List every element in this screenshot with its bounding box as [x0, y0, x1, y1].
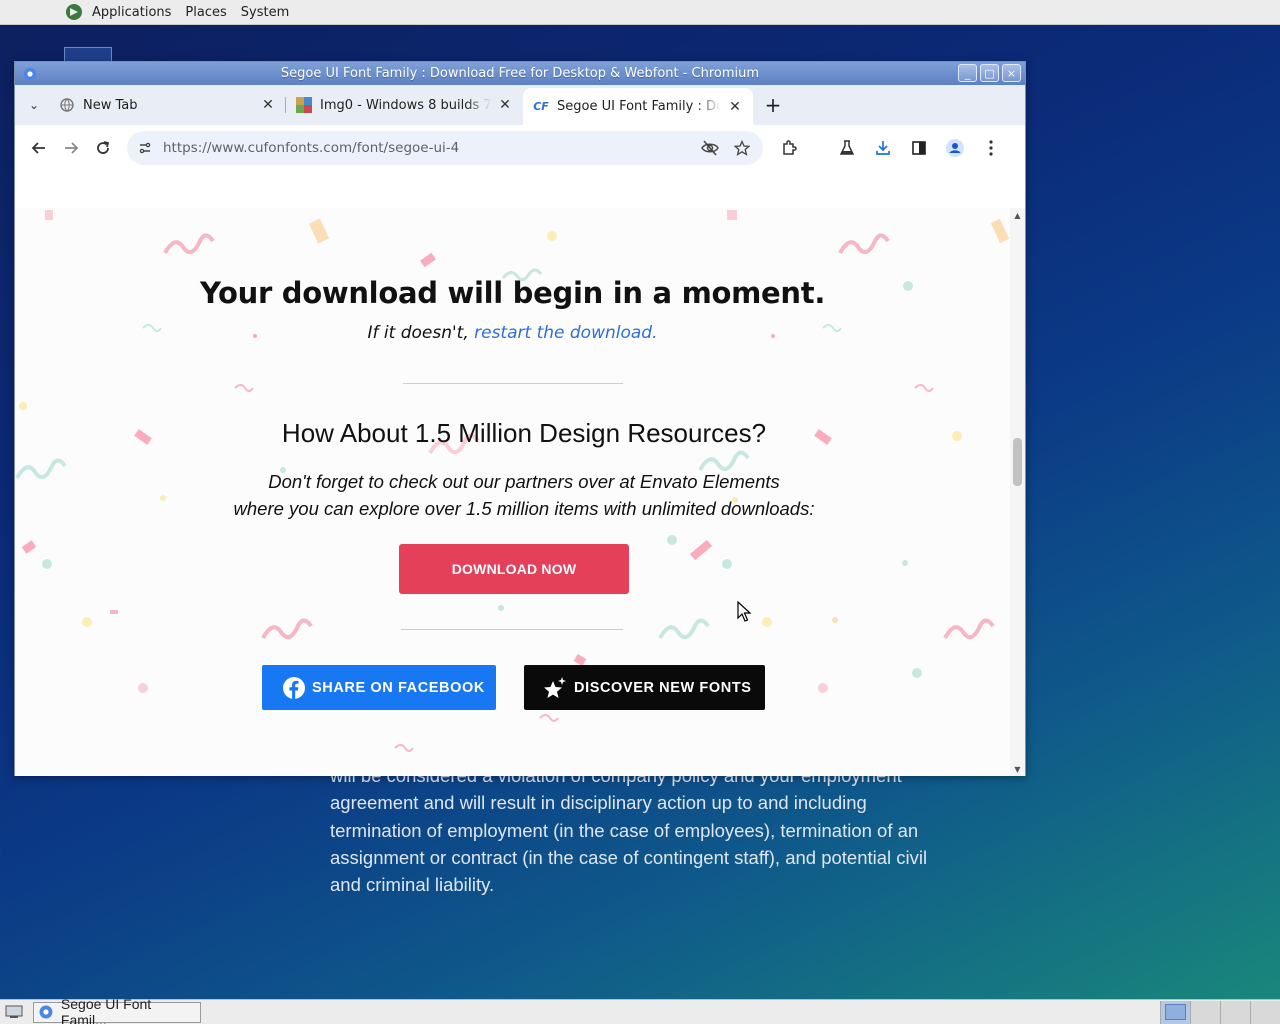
flask-icon — [839, 140, 855, 155]
image-favicon-icon — [296, 97, 312, 113]
download-page: Your download will begin in a moment. If… — [15, 208, 1010, 776]
tab-close-icon[interactable]: ✕ — [497, 97, 513, 113]
page-subline: If it doesn't, restart the download. — [15, 323, 1010, 343]
menu-places[interactable]: Places — [183, 5, 228, 20]
labs-button[interactable] — [831, 132, 863, 164]
facebook-icon — [283, 676, 305, 699]
scrollbar-thumb[interactable] — [1013, 438, 1022, 486]
taskbar-item-label: Segoe UI Font Famil... — [60, 996, 152, 1024]
discover-fonts-button[interactable]: DISCOVER NEW FONTS — [524, 665, 765, 710]
show-desktop-icon[interactable] — [3, 1002, 25, 1022]
tab-close-icon[interactable]: ✕ — [260, 97, 276, 113]
extensions-button[interactable] — [773, 132, 805, 164]
background-document: will be considered a violation of compan… — [330, 762, 950, 898]
arrow-left-icon — [31, 142, 45, 154]
share-facebook-button[interactable]: SHARE ON FACEBOOK — [262, 665, 496, 710]
kebab-menu-icon — [989, 140, 993, 156]
tab-strip: ⌄ New Tab ✕ Img0 - Windows 8 builds 7777… — [15, 85, 1025, 125]
address-bar[interactable]: https://www.cufonfonts.com/font/segoe-ui… — [127, 131, 763, 165]
scroll-down-arrow-icon[interactable]: ▼ — [1010, 762, 1025, 776]
window-title: Segoe UI Font Family : Download Free for… — [280, 66, 760, 81]
resources-line: Don't forget to check out our partners o… — [268, 471, 780, 492]
tab-title: Segoe UI Font Family : Download — [557, 99, 721, 114]
minimize-button[interactable]: _ — [958, 64, 977, 82]
profile-button[interactable] — [939, 132, 971, 164]
fonts-button-label: DISCOVER NEW FONTS — [574, 679, 752, 696]
eye-off-icon[interactable] — [697, 135, 723, 161]
workspace-2[interactable] — [1190, 1001, 1220, 1024]
browser-toolbar: https://www.cufonfonts.com/font/segoe-ui… — [15, 125, 1025, 171]
resources-description: Don't forget to check out our partners o… — [15, 468, 1025, 522]
tab-close-icon[interactable]: ✕ — [727, 99, 743, 115]
menu-applications[interactable]: Applications — [90, 5, 173, 20]
divider — [401, 629, 623, 630]
tab-search-button[interactable]: ⌄ — [19, 87, 49, 123]
chromium-icon — [23, 67, 37, 80]
url-path: /font/segoe-ui-4 — [352, 140, 460, 156]
workspace-switcher — [1160, 1001, 1280, 1024]
resources-line: where you can explore over 1.5 million i… — [233, 498, 815, 519]
browser-window: Segoe UI Font Family : Download Free for… — [14, 61, 1026, 776]
scroll-up-arrow-icon[interactable]: ▲ — [1010, 208, 1025, 222]
taskbar-item-chromium[interactable]: Segoe UI Font Famil... — [33, 996, 201, 1024]
tab-segoe-ui[interactable]: CF Segoe UI Font Family : Download ✕ — [523, 88, 753, 125]
distro-logo-icon[interactable] — [64, 2, 84, 22]
page-scrollbar[interactable]: ▲ ▼ — [1010, 208, 1025, 776]
reload-icon — [97, 141, 110, 154]
tab-new-tab[interactable]: New Tab ✕ — [49, 88, 286, 122]
back-button[interactable] — [23, 132, 55, 164]
downloads-button[interactable] — [867, 132, 899, 164]
bookmark-star-icon[interactable] — [729, 135, 755, 161]
tab-img0[interactable]: Img0 - Windows 8 builds 7777 ✕ — [286, 88, 523, 122]
download-icon — [876, 141, 890, 155]
url-text[interactable]: https://www.cufonfonts.com/font/segoe-ui… — [163, 140, 691, 156]
plus-icon: + — [764, 93, 782, 117]
arrow-right-icon — [65, 142, 79, 154]
workspace-1[interactable] — [1160, 1001, 1190, 1024]
site-info-icon[interactable] — [135, 138, 155, 158]
maximize-button[interactable]: □ — [980, 64, 999, 82]
subline-text: If it doesn't, — [367, 323, 475, 343]
reload-button[interactable] — [87, 132, 119, 164]
doc-line: and criminal liability. — [330, 874, 495, 896]
close-button[interactable]: × — [1002, 64, 1021, 82]
bottom-taskbar: Segoe UI Font Famil... — [0, 996, 1280, 1024]
cufonfonts-favicon-icon: CF — [533, 100, 549, 113]
divider — [403, 383, 623, 384]
doc-line: assignment or contract (in the case of c… — [330, 846, 928, 868]
workspace-3[interactable] — [1220, 1001, 1250, 1024]
tab-title: New Tab — [83, 97, 138, 113]
puzzle-icon — [783, 140, 797, 155]
mouse-cursor-icon — [737, 601, 751, 622]
bookmark-bar — [15, 171, 1025, 209]
page-headline: Your download will begin in a moment. — [199, 276, 826, 310]
chevron-down-icon: ⌄ — [28, 98, 40, 112]
facebook-button-label: SHARE ON FACEBOOK — [312, 679, 485, 696]
restart-download-link[interactable]: restart the download. — [474, 323, 657, 343]
top-panel: Applications Places System — [0, 0, 1280, 25]
doc-line: agreement and will result in disciplinar… — [330, 792, 867, 814]
workspace-4[interactable] — [1250, 1001, 1280, 1024]
menu-button[interactable] — [975, 132, 1007, 164]
side-panel-button[interactable] — [903, 132, 935, 164]
side-panel-icon — [912, 141, 926, 155]
sparkle-star-icon — [544, 676, 566, 698]
chromium-icon — [39, 1005, 53, 1019]
download-now-button[interactable]: DOWNLOAD NOW — [399, 544, 629, 594]
page-viewport: Your download will begin in a moment. If… — [15, 208, 1025, 776]
window-titlebar[interactable]: Segoe UI Font Family : Download Free for… — [15, 62, 1025, 85]
menu-system[interactable]: System — [239, 5, 291, 20]
url-host: https://www.cufonfonts.com — [163, 140, 353, 156]
doc-line: termination of employment (in the case o… — [330, 819, 919, 841]
new-tab-button[interactable]: + — [759, 91, 787, 119]
globe-icon — [59, 97, 75, 113]
tab-title: Img0 - Windows 8 builds 7777 — [320, 97, 491, 113]
avatar-icon — [946, 139, 964, 157]
resources-title: How About 1.5 Million Design Resources? — [281, 418, 767, 448]
forward-button[interactable] — [55, 132, 87, 164]
